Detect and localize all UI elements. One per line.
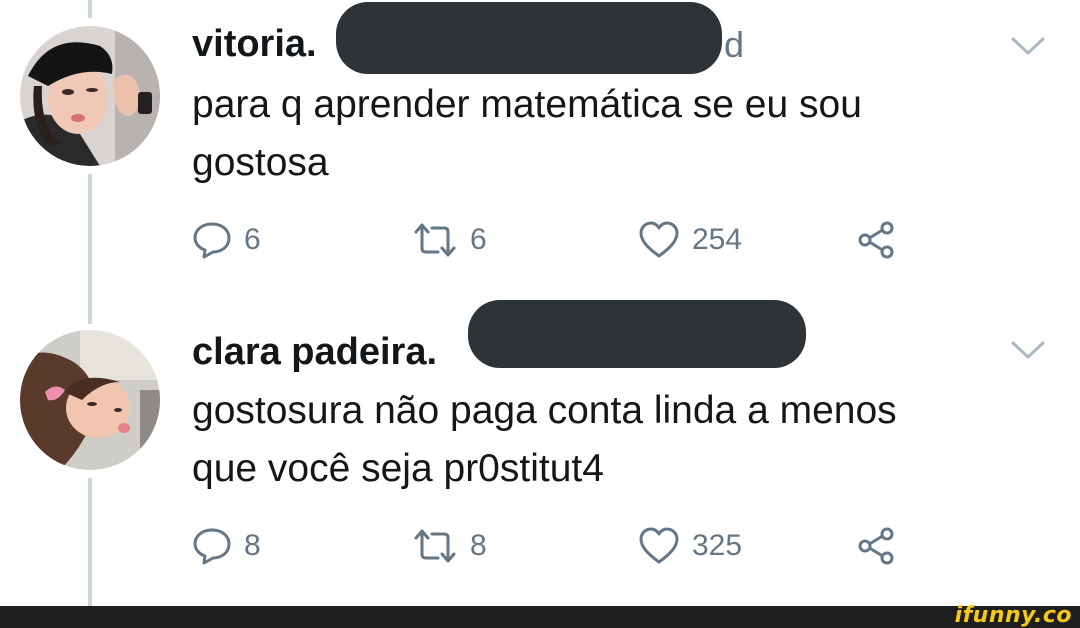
reply-action[interactable]: 8 bbox=[192, 526, 261, 566]
share-icon bbox=[858, 527, 894, 565]
share-action[interactable] bbox=[856, 526, 896, 566]
reply-count: 6 bbox=[244, 223, 261, 256]
like-count: 325 bbox=[692, 529, 743, 562]
chevron-down-icon[interactable] bbox=[1010, 34, 1046, 58]
tweet-clara[interactable]: clara padeira. gostosura não paga conta … bbox=[0, 300, 1080, 606]
avatar[interactable] bbox=[20, 26, 160, 166]
handle-redaction bbox=[336, 2, 722, 74]
handle-tail: d bbox=[724, 24, 745, 65]
like-action[interactable]: 254 bbox=[638, 220, 742, 260]
retweet-action[interactable]: 8 bbox=[412, 526, 487, 566]
author-row: vitoria. bbox=[192, 14, 317, 74]
reply-icon bbox=[193, 222, 231, 259]
retweet-count: 6 bbox=[470, 223, 487, 256]
retweet-icon bbox=[414, 529, 456, 563]
share-icon bbox=[858, 221, 894, 259]
tweet-text: gostosura não paga conta linda a menos q… bbox=[192, 389, 897, 490]
ifunny-watermark: ifunny.co bbox=[954, 603, 1072, 628]
tweet-actions: 6 6 254 bbox=[192, 220, 952, 268]
tweet-text: para q aprender matemática se eu sou gos… bbox=[192, 83, 862, 184]
handle-redaction bbox=[468, 300, 806, 368]
heart-icon bbox=[639, 221, 679, 258]
reply-action[interactable]: 6 bbox=[192, 220, 261, 260]
chevron-down-icon[interactable] bbox=[1010, 338, 1046, 362]
tweet-vitoria[interactable]: vitoria. d para q aprender matemática se… bbox=[0, 0, 1080, 300]
author-name[interactable]: vitoria. bbox=[192, 23, 317, 66]
like-action[interactable]: 325 bbox=[638, 526, 742, 566]
heart-icon bbox=[639, 527, 679, 564]
author-name[interactable]: clara padeira. bbox=[192, 331, 437, 374]
reply-icon bbox=[193, 528, 231, 565]
share-action[interactable] bbox=[856, 220, 896, 260]
avatar[interactable] bbox=[20, 330, 160, 470]
retweet-action[interactable]: 6 bbox=[412, 220, 487, 260]
like-count: 254 bbox=[692, 223, 743, 256]
tweet-actions: 8 8 325 bbox=[192, 526, 952, 574]
retweet-count: 8 bbox=[470, 529, 487, 562]
retweet-icon bbox=[414, 223, 456, 257]
author-row: clara padeira. bbox=[192, 322, 437, 382]
reply-count: 8 bbox=[244, 529, 261, 562]
watermark-bar: ifunny.co bbox=[0, 603, 1080, 628]
